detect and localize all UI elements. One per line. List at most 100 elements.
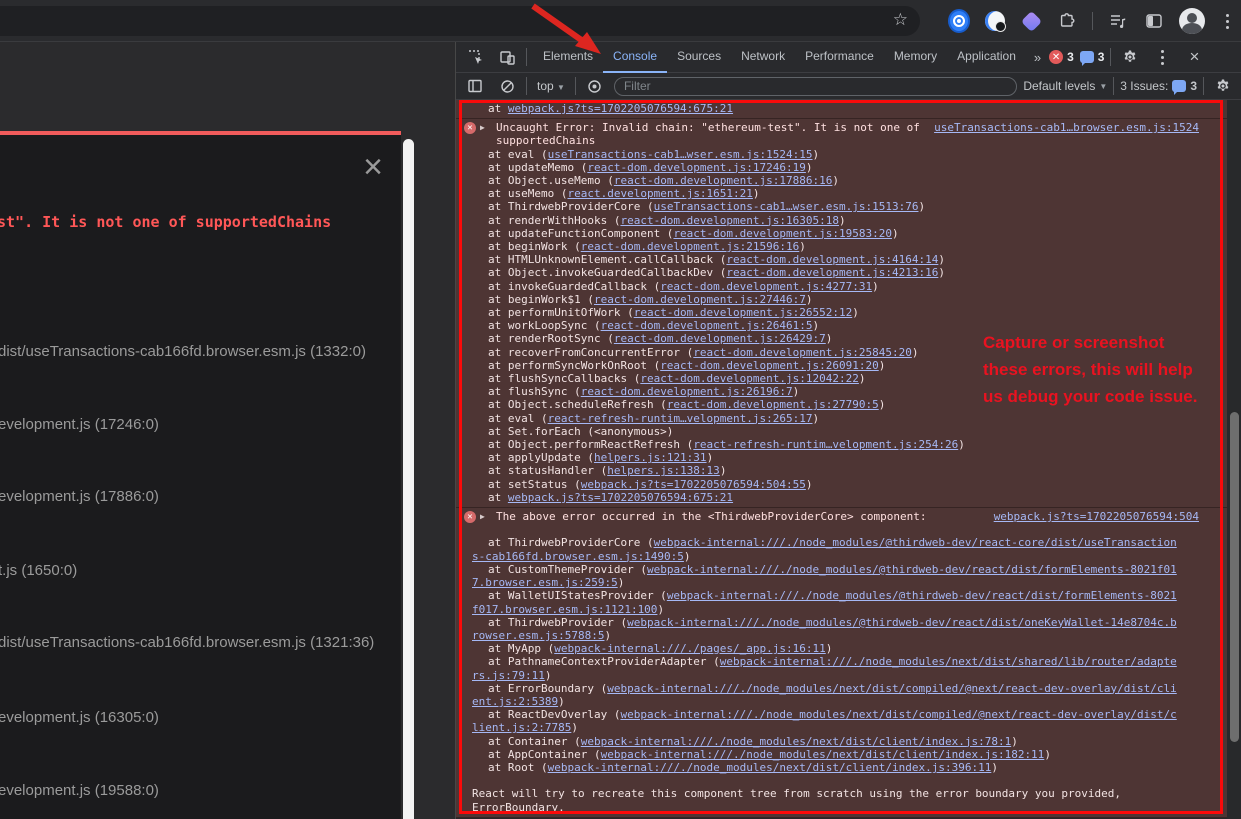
source-link[interactable]: helpers.js:138:13 bbox=[607, 464, 720, 477]
source-link[interactable]: webpack.js?ts=1702205076594:675:21 bbox=[508, 491, 733, 504]
source-link[interactable]: useTransactions-cab1…browser.esm.js:1524 bbox=[934, 121, 1199, 134]
error-footer-line: ErrorBoundary. bbox=[472, 801, 1219, 814]
expand-triangle-icon[interactable]: ▶ bbox=[480, 510, 485, 523]
diamond-extension-icon[interactable] bbox=[1020, 10, 1042, 32]
tab-memory[interactable]: Memory bbox=[884, 42, 947, 73]
source-link[interactable]: webpack-internal:///./node_modules/next/… bbox=[548, 761, 992, 774]
overlay-stack-frame[interactable]: evelopment.js (17246:0) bbox=[0, 416, 159, 433]
source-link[interactable]: react.development.js:1651:21 bbox=[567, 187, 752, 200]
overlay-stack-frame[interactable]: evelopment.js (17886:0) bbox=[0, 488, 159, 505]
overlay-stack-frame[interactable]: evelopment.js (19588:0) bbox=[0, 782, 159, 799]
source-link[interactable]: react-dom.development.js:27446:7 bbox=[594, 293, 806, 306]
source-link[interactable]: react-dom.development.js:27790:5 bbox=[667, 398, 879, 411]
overlay-error-text: st". It is not one of supportedChains bbox=[0, 213, 331, 231]
console-row-previous-tail[interactable]: at webpack.js?ts=1702205076594:675:21 bbox=[456, 100, 1227, 119]
side-panel-icon[interactable] bbox=[1143, 10, 1165, 32]
tab-sources[interactable]: Sources bbox=[667, 42, 731, 73]
source-link[interactable]: react-dom.development.js:26552:12 bbox=[634, 306, 853, 319]
close-icon[interactable]: × bbox=[363, 153, 383, 181]
source-link[interactable]: react-dom.development.js:26429:7 bbox=[614, 332, 826, 345]
source-link[interactable]: react-refresh-runtim…velopment.js:265:17 bbox=[548, 412, 813, 425]
console-settings-gear-icon[interactable] bbox=[1210, 74, 1236, 98]
source-link[interactable]: webpack.js?ts=1702205076594:504 bbox=[994, 510, 1199, 523]
source-link[interactable]: react-dom.development.js:21596:16 bbox=[581, 240, 800, 253]
console-sidebar-icon[interactable] bbox=[462, 74, 488, 98]
source-link[interactable]: react-dom.development.js:12042:22 bbox=[640, 372, 859, 385]
page-scrollbar[interactable] bbox=[403, 139, 414, 819]
console-error-row-2[interactable]: ✕ ▶ webpack.js?ts=1702205076594:504 The … bbox=[456, 508, 1227, 818]
source-link[interactable]: react-dom.development.js:26196:7 bbox=[581, 385, 793, 398]
browser-toolbar: ☆ bbox=[0, 0, 1241, 42]
stack-frame: at eval (useTransactions-cab1…wser.esm.j… bbox=[472, 148, 1178, 161]
extensions-puzzle-icon[interactable] bbox=[1056, 10, 1078, 32]
stack-frame: at applyUpdate (helpers.js:121:31) bbox=[472, 451, 1178, 464]
stack-frame: at updateFunctionComponent (react-dom.de… bbox=[472, 227, 1178, 240]
scrollbar-thumb[interactable] bbox=[1230, 412, 1239, 742]
source-link[interactable]: react-dom.development.js:25845:20 bbox=[693, 346, 912, 359]
source-link[interactable]: webpack-internal:///./node_modules/next/… bbox=[472, 682, 1177, 708]
source-link[interactable]: useTransactions-cab1…wser.esm.js:1524:15 bbox=[548, 148, 813, 161]
source-link[interactable]: webpack.js?ts=1702205076594:675:21 bbox=[508, 102, 733, 115]
devtools-menu-icon[interactable] bbox=[1149, 45, 1175, 69]
source-link[interactable]: react-dom.development.js:4164:14 bbox=[726, 253, 938, 266]
source-link[interactable]: react-refresh-runtim…velopment.js:254:26 bbox=[693, 438, 958, 451]
source-link[interactable]: react-dom.development.js:17246:19 bbox=[587, 161, 806, 174]
source-link[interactable]: helpers.js:121:31 bbox=[594, 451, 707, 464]
source-link[interactable]: react-dom.development.js:4277:31 bbox=[660, 280, 872, 293]
device-toolbar-icon[interactable] bbox=[494, 45, 520, 69]
source-link[interactable]: webpack-internal:///./node_modules/@thir… bbox=[472, 589, 1177, 615]
expand-triangle-icon[interactable]: ▶ bbox=[480, 121, 485, 134]
log-levels-dropdown[interactable]: Default levels ▼ bbox=[1023, 79, 1107, 93]
issues-counter[interactable]: 3 Issues: 3 bbox=[1120, 79, 1197, 93]
tab-elements[interactable]: Elements bbox=[533, 42, 603, 73]
console-scrollbar[interactable] bbox=[1227, 100, 1241, 819]
stack-frame: at ThirdwebProviderCore (useTransactions… bbox=[472, 200, 1178, 213]
console-error-row-1[interactable]: ✕ ▶ useTransactions-cab1…browser.esm.js:… bbox=[456, 119, 1227, 508]
source-link[interactable]: webpack-internal:///./node_modules/@thir… bbox=[472, 616, 1177, 642]
more-tabs-icon[interactable]: » bbox=[1032, 50, 1043, 65]
tab-console[interactable]: Console bbox=[603, 42, 667, 73]
source-link[interactable]: webpack-internal:///./node_modules/next/… bbox=[472, 655, 1177, 681]
settings-gear-icon[interactable] bbox=[1117, 45, 1143, 69]
source-link[interactable]: react-dom.development.js:16305:18 bbox=[620, 214, 839, 227]
tab-performance[interactable]: Performance bbox=[795, 42, 884, 73]
inspect-element-icon[interactable] bbox=[462, 45, 488, 69]
blue-circle-extension-icon[interactable] bbox=[948, 10, 970, 32]
source-link[interactable]: webpack.js?ts=1702205076594:504:55 bbox=[581, 478, 806, 491]
overlay-stack-frame[interactable]: dist/useTransactions-cab166fd.browser.es… bbox=[0, 343, 366, 360]
devtools-close-icon[interactable]: × bbox=[1181, 45, 1207, 69]
filter-input[interactable] bbox=[614, 77, 1017, 96]
stack-frame: at Object.invokeGuardedCallbackDev (reac… bbox=[472, 266, 1178, 279]
error-count-badge[interactable]: ✕3 bbox=[1049, 50, 1074, 64]
source-link[interactable]: react-dom.development.js:26091:20 bbox=[660, 359, 879, 372]
source-link[interactable]: webpack-internal:///./node_modules/@thir… bbox=[472, 563, 1177, 589]
tab-list-icon[interactable] bbox=[1107, 10, 1129, 32]
live-expression-eye-icon[interactable] bbox=[582, 74, 608, 98]
message-count-badge[interactable]: 3 bbox=[1080, 50, 1105, 64]
browser-menu-icon[interactable] bbox=[1219, 14, 1235, 29]
stack-frame: at ReactDevOverlay (webpack-internal:///… bbox=[472, 708, 1178, 734]
source-link[interactable]: webpack-internal:///./node_modules/@thir… bbox=[472, 536, 1177, 562]
overlay-stack-frame[interactable]: evelopment.js (16305:0) bbox=[0, 709, 159, 726]
source-link[interactable]: react-dom.development.js:26461:5 bbox=[601, 319, 813, 332]
time-tracker-extension-icon[interactable] bbox=[984, 10, 1006, 32]
profile-avatar[interactable] bbox=[1179, 8, 1205, 34]
tab-application[interactable]: Application bbox=[947, 42, 1026, 73]
bookmark-star-icon[interactable]: ☆ bbox=[893, 9, 908, 31]
clear-console-icon[interactable] bbox=[494, 74, 520, 98]
source-link[interactable]: webpack-internal:///./node_modules/next/… bbox=[581, 735, 1011, 748]
source-link[interactable]: useTransactions-cab1…wser.esm.js:1513:76 bbox=[654, 200, 919, 213]
source-link[interactable]: webpack-internal:///./node_modules/next/… bbox=[472, 708, 1177, 734]
stack-frame: at flushSync (react-dom.development.js:2… bbox=[472, 385, 1178, 398]
tab-network[interactable]: Network bbox=[731, 42, 795, 73]
source-link[interactable]: react-dom.development.js:19583:20 bbox=[673, 227, 892, 240]
source-link[interactable]: webpack-internal:///./node_modules/next/… bbox=[601, 748, 1045, 761]
source-link[interactable]: react-dom.development.js:17886:16 bbox=[614, 174, 833, 187]
address-bar[interactable]: ☆ bbox=[0, 6, 920, 36]
overlay-stack-frame[interactable]: t.js (1650:0) bbox=[0, 562, 77, 579]
toolbar-divider bbox=[1113, 77, 1114, 95]
source-link[interactable]: react-dom.development.js:4213:16 bbox=[726, 266, 938, 279]
source-link[interactable]: webpack-internal:///./pages/_app.js:16:1… bbox=[554, 642, 826, 655]
overlay-stack-frame[interactable]: dist/useTransactions-cab166fd.browser.es… bbox=[0, 634, 374, 651]
context-selector[interactable]: top ▼ bbox=[533, 79, 569, 93]
